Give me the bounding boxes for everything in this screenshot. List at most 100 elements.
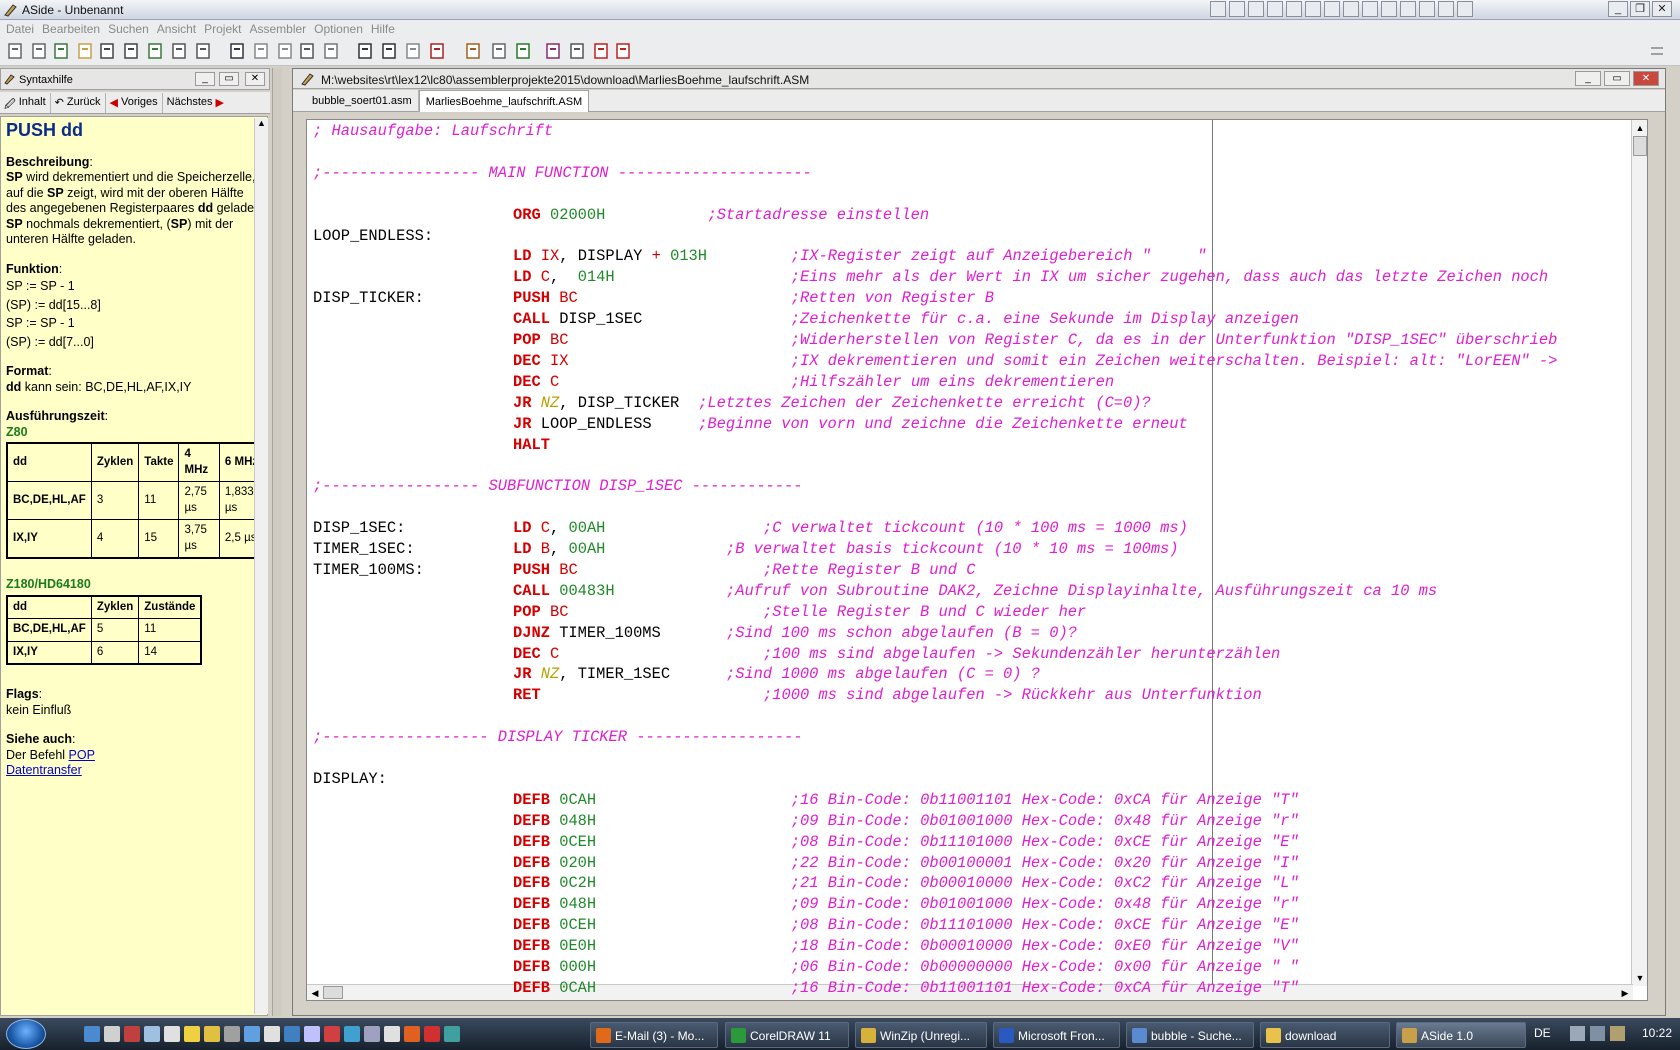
scroll-up-icon[interactable]: ▲	[257, 118, 266, 128]
ql-monitor-icon[interactable]	[244, 1026, 260, 1042]
pdf-icon[interactable]	[592, 42, 610, 60]
help-contents-button[interactable]: 🖉 Inhalt	[0, 93, 51, 113]
ql-doc-icon[interactable]	[384, 1026, 400, 1042]
scroll-up-arrow-icon[interactable]: ▲	[1633, 121, 1647, 135]
mail-icon[interactable]	[1248, 1, 1264, 17]
powerpoint-icon[interactable]	[1400, 1, 1416, 17]
replace-icon[interactable]	[380, 42, 398, 60]
taskbar-button[interactable]: CorelDRAW 11	[725, 1022, 849, 1048]
ql-h-icon[interactable]	[284, 1026, 300, 1042]
open-project-icon[interactable]	[52, 42, 70, 60]
pop-link[interactable]: POP	[69, 748, 95, 762]
ql-tool-icon[interactable]	[204, 1026, 220, 1042]
excel-icon[interactable]	[1381, 1, 1397, 17]
pdf-export-icon[interactable]	[614, 42, 632, 60]
help-next-button[interactable]: Nächstes ▶	[163, 93, 228, 113]
ql-paint-icon[interactable]	[184, 1026, 200, 1042]
language-indicator[interactable]: DE	[1534, 1026, 1551, 1040]
ql-calc-icon[interactable]	[164, 1026, 180, 1042]
calendar-icon[interactable]	[1267, 1, 1283, 17]
ql-editor-icon[interactable]	[304, 1026, 320, 1042]
help-scrollbar[interactable]: ▲	[254, 118, 268, 1014]
ql-mail-icon[interactable]	[324, 1026, 340, 1042]
close-button[interactable]: ✕	[1652, 1, 1672, 17]
help-restore-button[interactable]: ▭	[219, 72, 239, 86]
open-folder-icon[interactable]	[76, 42, 94, 60]
ql-text-icon[interactable]	[264, 1026, 280, 1042]
editor-minimize-button[interactable]: _	[1575, 71, 1601, 86]
datentransfer-link[interactable]: Datentransfer	[6, 763, 82, 777]
taskbar-button[interactable]: ASide 1.0	[1396, 1022, 1526, 1048]
ql-folder-icon[interactable]	[144, 1026, 160, 1042]
notes-icon[interactable]	[1305, 1, 1321, 17]
help-icon[interactable]	[568, 42, 586, 60]
editor-close-button[interactable]: ✕	[1633, 71, 1659, 86]
task-icon[interactable]	[1286, 1, 1302, 17]
word-icon[interactable]	[1362, 1, 1378, 17]
tab-bubble-soert01[interactable]: bubble_soert01.asm	[306, 90, 419, 112]
tab-marliesboehme-laufschrift[interactable]: MarliesBoehme_laufschrift.ASM	[418, 90, 590, 112]
ql-pdf-icon[interactable]	[424, 1026, 440, 1042]
menu-ansicht[interactable]: Ansicht	[157, 20, 204, 38]
code-editor[interactable]: ▲ ▼ ◀ ▶ ; Hausaufgabe: Laufschrift ;-----…	[306, 119, 1648, 1001]
edit-icon[interactable]	[322, 42, 340, 60]
taskbar-button[interactable]: E-Mail (3) - Mo...	[590, 1022, 718, 1048]
print-icon[interactable]	[194, 42, 212, 60]
help-close-button[interactable]: ✕	[245, 72, 265, 86]
menu-hilfe[interactable]: Hilfe	[371, 20, 403, 38]
goto-icon[interactable]	[428, 42, 446, 60]
help-prev-button[interactable]: ◀ Voriges	[106, 93, 163, 113]
ql-m-icon[interactable]	[364, 1026, 380, 1042]
menu-bearbeiten[interactable]: Bearbeiten	[42, 20, 108, 38]
paste-icon[interactable]	[298, 42, 316, 60]
help-back-button[interactable]: ↶ Zurück	[51, 93, 106, 113]
copy-icon[interactable]	[276, 42, 294, 60]
find-icon[interactable]	[356, 42, 374, 60]
ql-app-icon[interactable]	[124, 1026, 140, 1042]
menu-optionen[interactable]: Optionen	[314, 20, 371, 38]
taskbar-button[interactable]: bubble - Suche...	[1126, 1022, 1254, 1048]
menu-projekt[interactable]: Projekt	[204, 20, 249, 38]
ql-firefox-icon[interactable]	[404, 1026, 420, 1042]
undo-icon[interactable]	[228, 42, 246, 60]
editor-restore-button[interactable]: ▭	[1604, 71, 1630, 86]
save-all-icon[interactable]	[122, 42, 140, 60]
minimize-button[interactable]: _	[1608, 1, 1628, 17]
clock[interactable]: 10:22	[1642, 1026, 1672, 1040]
menu-assembler[interactable]: Assembler	[249, 20, 314, 38]
compile-icon[interactable]	[464, 42, 482, 60]
ql-media-icon[interactable]	[344, 1026, 360, 1042]
check-icon[interactable]	[514, 42, 532, 60]
ql-ie-icon[interactable]	[444, 1026, 460, 1042]
folder-icon[interactable]	[1229, 1, 1245, 17]
vertical-scroll-thumb[interactable]	[1633, 136, 1647, 156]
toolbar-overflow-icon[interactable]	[1648, 42, 1666, 60]
journal-icon[interactable]	[1343, 1, 1359, 17]
outlook-icon[interactable]	[1419, 1, 1435, 17]
new-doc-icon[interactable]	[30, 42, 48, 60]
find-next-icon[interactable]	[404, 42, 422, 60]
ql-explorer-icon[interactable]	[84, 1026, 100, 1042]
volume-icon[interactable]	[1590, 1026, 1605, 1041]
help-minimize-button[interactable]: _	[195, 72, 215, 86]
power-icon[interactable]	[1610, 1026, 1625, 1041]
taskbar-button[interactable]: WinZip (Unregi...	[855, 1022, 987, 1048]
app-launch-icon[interactable]	[1210, 1, 1226, 17]
ql-aside-icon[interactable]	[224, 1026, 240, 1042]
maximize-button[interactable]: ❐	[1630, 1, 1650, 17]
print-preview-icon[interactable]	[170, 42, 188, 60]
scroll-down-arrow-icon[interactable]: ▼	[1633, 971, 1647, 985]
vertical-scrollbar[interactable]: ▲ ▼	[1631, 120, 1647, 986]
save-icon[interactable]	[98, 42, 116, 60]
contacts-icon[interactable]	[1324, 1, 1340, 17]
export-icon[interactable]	[146, 42, 164, 60]
network-icon[interactable]	[1570, 1026, 1585, 1041]
book-icon[interactable]	[544, 42, 562, 60]
web-icon[interactable]	[1457, 1, 1473, 17]
run-icon[interactable]	[490, 42, 508, 60]
access-icon[interactable]	[1438, 1, 1454, 17]
menu-datei[interactable]: Datei	[6, 20, 42, 38]
new-file-icon[interactable]	[6, 42, 24, 60]
menu-suchen[interactable]: Suchen	[108, 20, 157, 38]
start-button[interactable]	[6, 1019, 46, 1049]
